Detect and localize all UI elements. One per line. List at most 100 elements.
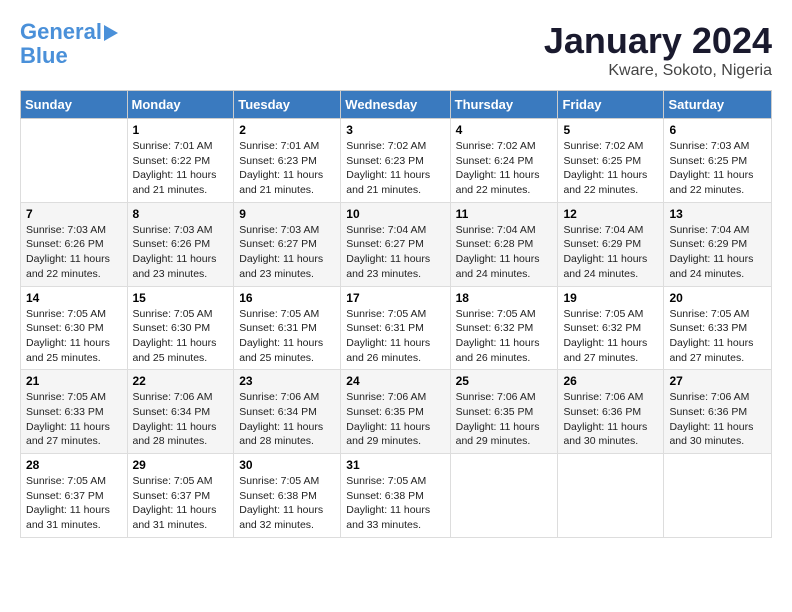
logo: General Blue	[20, 20, 118, 68]
day-info: Sunrise: 7:05 AMSunset: 6:30 PMDaylight:…	[26, 307, 122, 366]
day-number: 2	[239, 123, 335, 137]
day-cell: 24Sunrise: 7:06 AMSunset: 6:35 PMDayligh…	[341, 370, 450, 454]
day-cell: 7 Sunrise: 7:03 AMSunset: 6:26 PMDaylight…	[21, 202, 128, 286]
title-section: January 2024 Kware, Sokoto, Nigeria	[544, 20, 772, 80]
day-info: Sunrise: 7:04 AMSunset: 6:29 PMDaylight:…	[563, 223, 658, 282]
day-cell: 2 Sunrise: 7:01 AMSunset: 6:23 PMDaylight…	[234, 119, 341, 203]
day-info: Sunrise: 7:03 AMSunset: 6:26 PMDaylight:…	[133, 223, 229, 282]
day-cell: 15 Sunrise: 7:05 AMSunset: 6:30 PMDayligh…	[127, 286, 234, 370]
day-number: 11	[456, 207, 553, 221]
day-info: Sunrise: 7:03 AMSunset: 6:25 PMDaylight:…	[669, 139, 766, 198]
day-info: Sunrise: 7:02 AMSunset: 6:24 PMDaylight:…	[456, 139, 553, 198]
day-number: 8	[133, 207, 229, 221]
day-cell: 9Sunrise: 7:03 AMSunset: 6:27 PMDaylight…	[234, 202, 341, 286]
day-number: 26	[563, 374, 658, 388]
day-number: 10	[346, 207, 444, 221]
day-cell: 10 Sunrise: 7:04 AMSunset: 6:27 PMDayligh…	[341, 202, 450, 286]
day-cell: 28 Sunrise: 7:05 AMSunset: 6:37 PMDayligh…	[21, 454, 128, 538]
day-cell: 6Sunrise: 7:03 AMSunset: 6:25 PMDaylight…	[664, 119, 772, 203]
day-info: Sunrise: 7:05 AMSunset: 6:38 PMDaylight:…	[239, 474, 335, 533]
day-cell: 22 Sunrise: 7:06 AMSunset: 6:34 PMDayligh…	[127, 370, 234, 454]
day-number: 7	[26, 207, 122, 221]
day-number: 31	[346, 458, 444, 472]
day-info: Sunrise: 7:06 AMSunset: 6:36 PMDaylight:…	[669, 390, 766, 449]
day-number: 1	[133, 123, 229, 137]
day-number: 17	[346, 291, 444, 305]
day-cell: 16 Sunrise: 7:05 AMSunset: 6:31 PMDayligh…	[234, 286, 341, 370]
day-number: 16	[239, 291, 335, 305]
day-cell: 31Sunrise: 7:05 AMSunset: 6:38 PMDayligh…	[341, 454, 450, 538]
day-info: Sunrise: 7:05 AMSunset: 6:32 PMDaylight:…	[456, 307, 553, 366]
day-info: Sunrise: 7:05 AMSunset: 6:37 PMDaylight:…	[26, 474, 122, 533]
day-cell: 23 Sunrise: 7:06 AMSunset: 6:34 PMDayligh…	[234, 370, 341, 454]
day-info: Sunrise: 7:04 AMSunset: 6:29 PMDaylight:…	[669, 223, 766, 282]
day-info: Sunrise: 7:01 AMSunset: 6:23 PMDaylight:…	[239, 139, 335, 198]
day-cell: 26 Sunrise: 7:06 AMSunset: 6:36 PMDayligh…	[558, 370, 664, 454]
day-cell: 29 Sunrise: 7:05 AMSunset: 6:37 PMDayligh…	[127, 454, 234, 538]
day-number: 28	[26, 458, 122, 472]
day-number: 14	[26, 291, 122, 305]
day-info: Sunrise: 7:04 AMSunset: 6:27 PMDaylight:…	[346, 223, 444, 282]
day-cell: 27 Sunrise: 7:06 AMSunset: 6:36 PMDayligh…	[664, 370, 772, 454]
day-info: Sunrise: 7:06 AMSunset: 6:35 PMDaylight:…	[456, 390, 553, 449]
day-info: Sunrise: 7:06 AMSunset: 6:34 PMDaylight:…	[239, 390, 335, 449]
day-info: Sunrise: 7:05 AMSunset: 6:37 PMDaylight:…	[133, 474, 229, 533]
day-cell: 12 Sunrise: 7:04 AMSunset: 6:29 PMDayligh…	[558, 202, 664, 286]
day-number: 12	[563, 207, 658, 221]
column-header-saturday: Saturday	[664, 91, 772, 119]
day-cell: 21Sunrise: 7:05 AMSunset: 6:33 PMDayligh…	[21, 370, 128, 454]
day-cell: 18 Sunrise: 7:05 AMSunset: 6:32 PMDayligh…	[450, 286, 558, 370]
day-info: Sunrise: 7:06 AMSunset: 6:36 PMDaylight:…	[563, 390, 658, 449]
day-cell: 14 Sunrise: 7:05 AMSunset: 6:30 PMDayligh…	[21, 286, 128, 370]
day-info: Sunrise: 7:01 AMSunset: 6:22 PMDaylight:…	[133, 139, 229, 198]
day-number: 15	[133, 291, 229, 305]
location: Kware, Sokoto, Nigeria	[544, 62, 772, 80]
month-title: January 2024	[544, 20, 772, 62]
day-cell: 19Sunrise: 7:05 AMSunset: 6:32 PMDayligh…	[558, 286, 664, 370]
logo-general: General	[20, 19, 102, 44]
day-number: 29	[133, 458, 229, 472]
week-row-2: 7 Sunrise: 7:03 AMSunset: 6:26 PMDaylight…	[21, 202, 772, 286]
day-number: 24	[346, 374, 444, 388]
column-header-friday: Friday	[558, 91, 664, 119]
day-number: 23	[239, 374, 335, 388]
day-info: Sunrise: 7:05 AMSunset: 6:33 PMDaylight:…	[669, 307, 766, 366]
day-info: Sunrise: 7:03 AMSunset: 6:26 PMDaylight:…	[26, 223, 122, 282]
day-info: Sunrise: 7:05 AMSunset: 6:31 PMDaylight:…	[239, 307, 335, 366]
day-cell: 5Sunrise: 7:02 AMSunset: 6:25 PMDaylight…	[558, 119, 664, 203]
day-number: 4	[456, 123, 553, 137]
column-header-tuesday: Tuesday	[234, 91, 341, 119]
day-number: 27	[669, 374, 766, 388]
day-number: 22	[133, 374, 229, 388]
day-info: Sunrise: 7:06 AMSunset: 6:34 PMDaylight:…	[133, 390, 229, 449]
day-number: 13	[669, 207, 766, 221]
day-cell: 4 Sunrise: 7:02 AMSunset: 6:24 PMDaylight…	[450, 119, 558, 203]
day-number: 25	[456, 374, 553, 388]
week-row-4: 21Sunrise: 7:05 AMSunset: 6:33 PMDayligh…	[21, 370, 772, 454]
page-header: General Blue January 2024 Kware, Sokoto,…	[20, 20, 772, 80]
day-cell: 20Sunrise: 7:05 AMSunset: 6:33 PMDayligh…	[664, 286, 772, 370]
day-cell: 1 Sunrise: 7:01 AMSunset: 6:22 PMDaylight…	[127, 119, 234, 203]
header-row: SundayMondayTuesdayWednesdayThursdayFrid…	[21, 91, 772, 119]
column-header-sunday: Sunday	[21, 91, 128, 119]
week-row-1: 1 Sunrise: 7:01 AMSunset: 6:22 PMDaylight…	[21, 119, 772, 203]
day-cell	[558, 454, 664, 538]
day-info: Sunrise: 7:04 AMSunset: 6:28 PMDaylight:…	[456, 223, 553, 282]
column-header-thursday: Thursday	[450, 91, 558, 119]
week-row-3: 14 Sunrise: 7:05 AMSunset: 6:30 PMDayligh…	[21, 286, 772, 370]
day-cell: 11 Sunrise: 7:04 AMSunset: 6:28 PMDayligh…	[450, 202, 558, 286]
day-number: 9	[239, 207, 335, 221]
day-cell	[450, 454, 558, 538]
week-row-5: 28 Sunrise: 7:05 AMSunset: 6:37 PMDayligh…	[21, 454, 772, 538]
logo-blue: Blue	[20, 44, 68, 68]
day-number: 18	[456, 291, 553, 305]
day-number: 19	[563, 291, 658, 305]
column-header-monday: Monday	[127, 91, 234, 119]
day-info: Sunrise: 7:05 AMSunset: 6:30 PMDaylight:…	[133, 307, 229, 366]
logo-text: General	[20, 20, 118, 44]
day-number: 3	[346, 123, 444, 137]
day-cell: 25 Sunrise: 7:06 AMSunset: 6:35 PMDayligh…	[450, 370, 558, 454]
day-number: 5	[563, 123, 658, 137]
day-info: Sunrise: 7:05 AMSunset: 6:33 PMDaylight:…	[26, 390, 122, 449]
day-info: Sunrise: 7:02 AMSunset: 6:23 PMDaylight:…	[346, 139, 444, 198]
